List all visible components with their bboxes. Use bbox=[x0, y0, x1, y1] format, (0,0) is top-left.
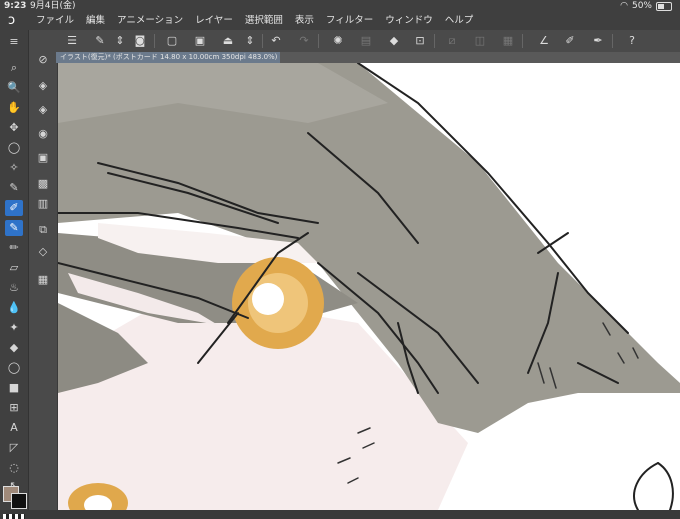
magnifier-icon[interactable]: 🔍 bbox=[5, 80, 23, 96]
zoom-icon[interactable]: ⌕ bbox=[5, 60, 23, 76]
menu-help[interactable]: ヘルプ bbox=[445, 12, 474, 30]
export-options-icon[interactable]: ⇕ bbox=[242, 33, 258, 49]
updown-icon[interactable]: ⇕ bbox=[112, 33, 128, 49]
transparent-swatch[interactable] bbox=[3, 514, 25, 519]
open-folder-icon[interactable]: ▣ bbox=[192, 33, 208, 49]
status-date: 9月4日(金) bbox=[30, 1, 76, 11]
menu-selection[interactable]: 選択範囲 bbox=[245, 12, 283, 30]
stroke-shape-right bbox=[633, 462, 659, 510]
menu-icon[interactable]: ☰ bbox=[64, 33, 80, 49]
command-bar: ☰ ✎ ⇕ ◙ ▢ ▣ ⏏ ⇕ ↶ ↷ ✺ ▤ ◆ ⊡ ⧄ ◫ ▦ ∠ ✐ ✒ … bbox=[56, 30, 680, 52]
layer-fill-icon[interactable]: ◈ bbox=[34, 102, 52, 118]
more-icon[interactable]: ≡ bbox=[5, 34, 23, 50]
separator bbox=[434, 34, 435, 48]
illustration bbox=[58, 63, 680, 510]
pencil-icon[interactable]: ✏ bbox=[5, 240, 23, 256]
undo-icon[interactable]: ↶ bbox=[268, 33, 284, 49]
separator bbox=[612, 34, 613, 48]
menu-layer[interactable]: レイヤー bbox=[195, 12, 233, 30]
transform-icon[interactable]: ⊡ bbox=[412, 33, 428, 49]
brush-icon[interactable]: ✐ bbox=[562, 33, 578, 49]
fill-icon[interactable]: ◆ bbox=[386, 33, 402, 49]
ruler-icon[interactable]: ∠ bbox=[536, 33, 552, 49]
help-icon[interactable]: ? bbox=[624, 33, 640, 49]
calendar-icon[interactable]: ▦ bbox=[34, 272, 52, 288]
status-time: 9:23 bbox=[4, 1, 27, 11]
select-all-icon[interactable]: ▦ bbox=[500, 33, 516, 49]
layer-property-icon[interactable]: ▣ bbox=[34, 150, 52, 166]
stroke-shape-right-2 bbox=[657, 462, 674, 510]
checker-icon[interactable]: ▩ bbox=[34, 176, 52, 192]
brush-tool-icon[interactable]: ✎ bbox=[5, 220, 23, 236]
layers-icon[interactable]: ◇ bbox=[34, 244, 52, 260]
wifi-icon: ◠ bbox=[620, 1, 628, 11]
hand-icon[interactable]: ✋ bbox=[5, 100, 23, 116]
eyedropper-icon[interactable]: ✎ bbox=[5, 180, 23, 196]
speech-icon[interactable]: ◌ bbox=[5, 460, 23, 476]
sub-color-swatch[interactable] bbox=[11, 493, 27, 509]
menu-bar: ↄ ファイル 編集 アニメーション レイヤー 選択範囲 表示 フィルター ウィン… bbox=[0, 12, 680, 30]
layer-icon[interactable]: ▤ bbox=[358, 33, 374, 49]
pen-tool-icon[interactable]: ✐ bbox=[5, 200, 23, 216]
text-icon[interactable]: A bbox=[5, 420, 23, 436]
redo-icon[interactable]: ↷ bbox=[296, 33, 312, 49]
magic-wand-icon[interactable]: ✧ bbox=[5, 160, 23, 176]
menu-view[interactable]: 表示 bbox=[295, 12, 314, 30]
loading-icon: ✺ bbox=[333, 34, 343, 47]
eye-highlight bbox=[252, 283, 284, 315]
new-file-icon[interactable]: ▢ bbox=[164, 33, 180, 49]
ellipse-icon[interactable]: ◯ bbox=[5, 360, 23, 376]
menu-items: ファイル 編集 アニメーション レイヤー 選択範囲 表示 フィルター ウィンドウ… bbox=[36, 12, 473, 30]
separator bbox=[262, 34, 263, 48]
menu-filter[interactable]: フィルター bbox=[326, 12, 373, 30]
panel-icon[interactable]: ▥ bbox=[34, 196, 52, 212]
move-icon[interactable]: ✥ bbox=[5, 120, 23, 136]
document-tab-bar: イラスト(復元)* (ポストカード 14.80 x 10.00cm 350dpi… bbox=[56, 52, 680, 63]
document-tab[interactable]: イラスト(復元)* (ポストカード 14.80 x 10.00cm 350dpi… bbox=[56, 52, 280, 63]
menu-file[interactable]: ファイル bbox=[36, 12, 74, 30]
menu-animation[interactable]: アニメーション bbox=[117, 12, 183, 30]
water-icon[interactable]: 💧 bbox=[5, 300, 23, 316]
gradient-icon[interactable]: ■ bbox=[5, 380, 23, 396]
status-bar: 9:23 9月4日(金) ◠ 50% bbox=[0, 0, 680, 12]
pen-icon[interactable]: ✒ bbox=[590, 33, 606, 49]
sub-tool-bar: ⊘ ◈ ◈ ◉ ▣ ▩ ▥ ⧉ ◇ ▦ bbox=[28, 30, 57, 510]
menu-edit[interactable]: 編集 bbox=[86, 12, 105, 30]
clear-selection-icon[interactable]: ⧄ bbox=[444, 33, 460, 49]
battery-percent: 50% bbox=[631, 1, 652, 11]
layer-color-icon[interactable]: ◉ bbox=[34, 126, 52, 142]
layers-stack-icon[interactable]: ⧉ bbox=[34, 222, 52, 238]
separator bbox=[154, 34, 155, 48]
balloon-icon[interactable]: ◸ bbox=[5, 440, 23, 456]
separator bbox=[522, 34, 523, 48]
decoration-icon[interactable]: ✦ bbox=[5, 320, 23, 336]
crop-icon[interactable]: ◫ bbox=[472, 33, 488, 49]
battery-icon bbox=[656, 1, 672, 11]
lasso-icon[interactable]: ◯ bbox=[5, 140, 23, 156]
edit-icon[interactable]: ✎ bbox=[92, 33, 108, 49]
eraser-icon[interactable]: ▱ bbox=[5, 260, 23, 276]
fill-tool-icon[interactable]: ◆ bbox=[5, 340, 23, 356]
layer-clear-icon[interactable]: ◈ bbox=[34, 78, 52, 94]
drawing-canvas[interactable] bbox=[58, 63, 680, 510]
cloud-icon[interactable]: ◙ bbox=[132, 33, 148, 49]
tool-bar: ≡ ⌕ 🔍 ✋ ✥ ◯ ✧ ✎ ✐ ✎ ✏ ▱ ♨ 💧 ✦ ◆ ◯ ■ ⊞ A … bbox=[0, 30, 28, 519]
export-icon[interactable]: ⏏ bbox=[220, 33, 236, 49]
app-logo-icon[interactable]: ↄ bbox=[8, 14, 24, 28]
separator bbox=[318, 34, 319, 48]
blend-icon[interactable]: ♨ bbox=[5, 280, 23, 296]
no-entry-icon[interactable]: ⊘ bbox=[34, 52, 52, 68]
frame-icon[interactable]: ⊞ bbox=[5, 400, 23, 416]
menu-window[interactable]: ウィンドウ bbox=[385, 12, 433, 30]
document-tab-title: イラスト(復元)* (ポストカード 14.80 x 10.00cm 350dpi… bbox=[60, 53, 278, 61]
status-right: ◠ 50% bbox=[620, 0, 672, 12]
